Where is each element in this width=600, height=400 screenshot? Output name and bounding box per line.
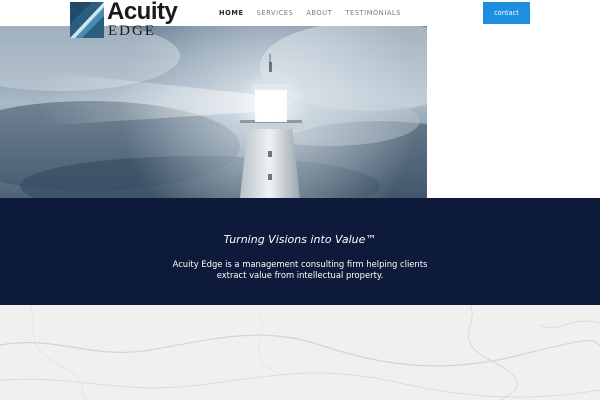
main-nav: HOME SERVICES ABOUT TESTIMONIALS: [219, 8, 414, 18]
logo-wordmark: Acuity: [107, 0, 178, 25]
logo-subtitle: EDGE: [108, 23, 156, 39]
company-description: Acuity Edge is a management consulting f…: [172, 259, 428, 280]
intro-band: Turning Visions into Value™ Acuity Edge …: [0, 198, 600, 305]
marble-background: [0, 305, 600, 400]
logo-mark-icon: [70, 2, 104, 38]
marble-texture: [0, 305, 600, 400]
tagline: Turning Visions into Value™: [223, 233, 377, 246]
nav-about[interactable]: ABOUT: [306, 8, 332, 18]
lighthouse-illustration: [0, 26, 427, 198]
contact-button[interactable]: contact: [483, 2, 530, 24]
site-header: Acuity EDGE HOME SERVICES ABOUT TESTIMON…: [0, 0, 600, 39]
nav-home[interactable]: HOME: [219, 8, 244, 18]
hero-lighthouse-image: [0, 26, 427, 198]
nav-services[interactable]: SERVICES: [257, 8, 294, 18]
nav-testimonials[interactable]: TESTIMONIALS: [345, 8, 401, 18]
acuity-edge-logo[interactable]: Acuity EDGE: [70, 0, 178, 39]
